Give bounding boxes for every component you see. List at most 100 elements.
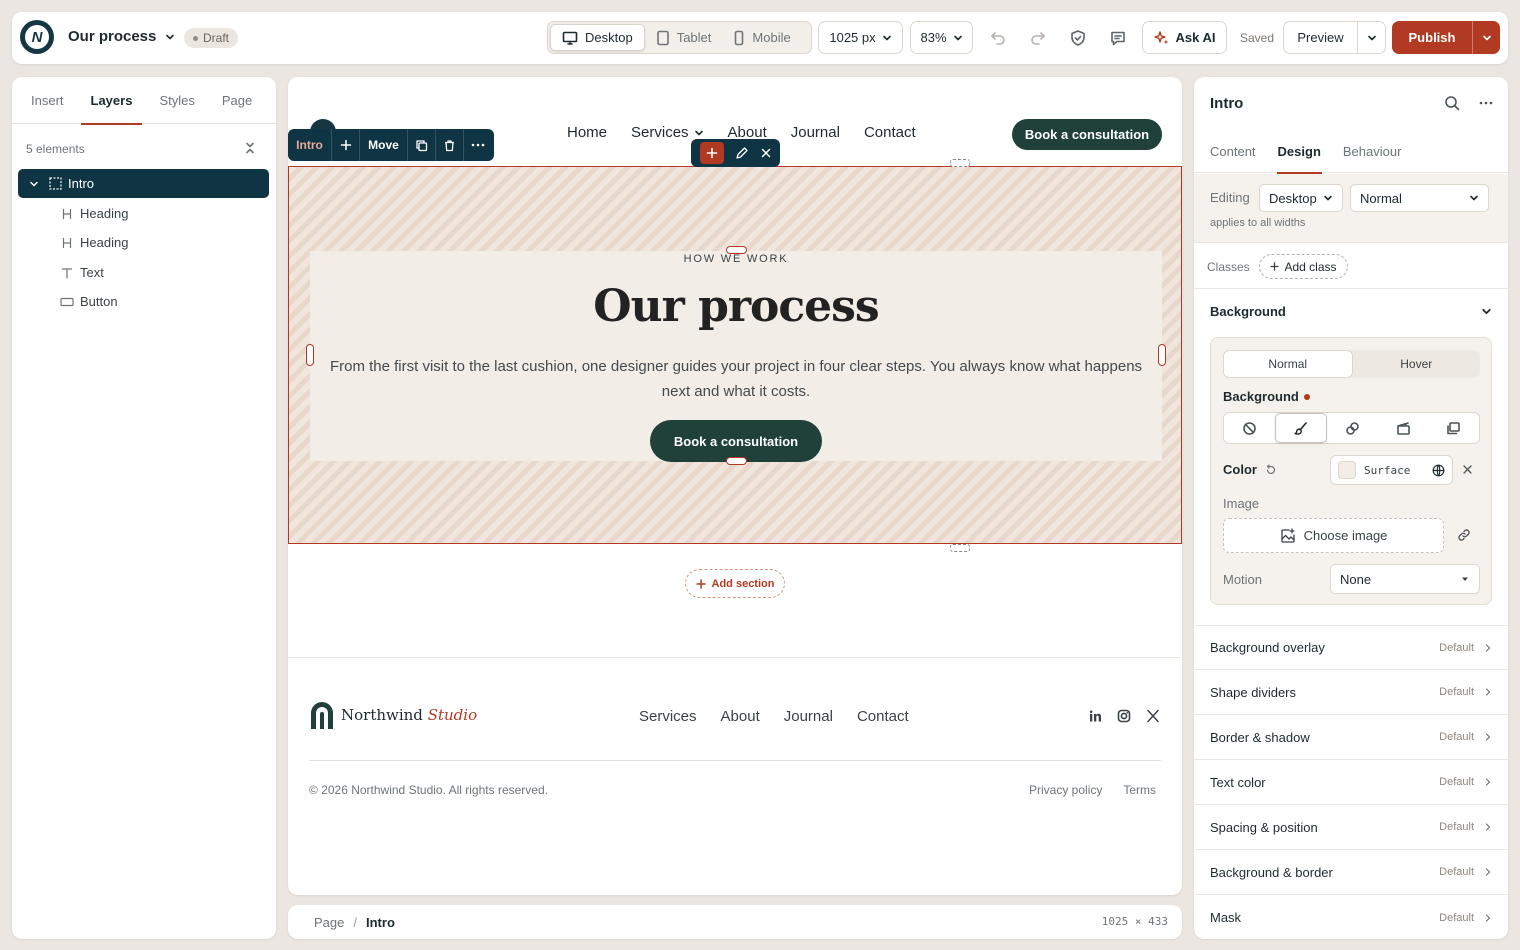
tab-content[interactable]: Content (1199, 129, 1267, 173)
layer-item-heading[interactable]: Heading (18, 228, 269, 257)
close-button[interactable] (760, 147, 772, 159)
device-mobile-button[interactable]: Mobile (722, 24, 801, 51)
preview-menu-button[interactable] (1357, 22, 1385, 53)
nav-link-services[interactable]: Services (631, 124, 704, 141)
editing-state-value: Normal (1360, 190, 1402, 206)
redo-button[interactable] (1027, 27, 1049, 49)
section-paragraph[interactable]: From the first visit to the last cushion… (318, 354, 1154, 404)
move-button[interactable]: Move (360, 129, 408, 161)
resize-handle-right[interactable] (1158, 344, 1166, 366)
choose-image-button[interactable]: Choose image (1223, 518, 1444, 553)
section-row-shape-dividers[interactable]: Shape dividers Default (1194, 670, 1508, 715)
width-select[interactable]: 1025 px (818, 21, 903, 54)
tab-design[interactable]: Design (1267, 129, 1332, 174)
tab-behaviour[interactable]: Behaviour (1332, 129, 1413, 173)
state-hover-button[interactable]: Hover (1353, 350, 1481, 378)
bg-type-gradient-button[interactable] (1327, 413, 1378, 443)
more-options-button[interactable] (1479, 101, 1493, 105)
spacing-handle-top[interactable] (950, 159, 970, 167)
breadcrumb-root[interactable]: Page (314, 915, 344, 930)
bg-type-slideshow-button[interactable] (1428, 413, 1479, 443)
section-cta-button[interactable]: Book a consultation (650, 420, 822, 462)
color-value-field[interactable]: Surface (1330, 455, 1453, 485)
duplicate-button[interactable] (408, 129, 436, 161)
spacing-handle-bottom[interactable] (950, 544, 970, 552)
reset-icon[interactable] (1265, 463, 1277, 476)
page-selector[interactable]: Our process (68, 28, 176, 45)
zoom-select[interactable]: 83% (910, 21, 973, 54)
add-class-button[interactable]: Add class (1259, 254, 1348, 279)
selected-section-intro[interactable]: HOW WE WORK Our process From the first v… (288, 166, 1182, 544)
x-icon[interactable] (1146, 709, 1160, 723)
search-button[interactable] (1444, 95, 1460, 111)
resize-handle-top[interactable] (726, 246, 747, 254)
footer-link-journal[interactable]: Journal (784, 708, 833, 725)
motion-select[interactable]: None (1330, 564, 1480, 594)
resize-handle-left[interactable] (306, 344, 314, 366)
publish-button[interactable]: Publish (1392, 21, 1500, 54)
section-row-spacing-position[interactable]: Spacing & position Default (1194, 805, 1508, 850)
publish-menu-button[interactable] (1472, 21, 1500, 54)
instagram-icon[interactable] (1117, 709, 1131, 723)
resize-handle-bottom[interactable] (726, 457, 747, 465)
editing-context: Editing Desktop Normal applies to all wi… (1194, 174, 1508, 242)
layer-item-button[interactable]: Button (18, 287, 269, 316)
insert-button[interactable] (699, 142, 724, 164)
privacy-policy-link[interactable]: Privacy policy (1029, 783, 1102, 797)
inline-edit-toolbar (691, 139, 780, 167)
section-row-border-shadow[interactable]: Border & shadow Default (1194, 715, 1508, 760)
device-desktop-button[interactable]: Desktop (550, 24, 645, 51)
tab-insert[interactable]: Insert (20, 77, 75, 124)
footer-link-about[interactable]: About (721, 708, 760, 725)
bg-type-video-button[interactable] (1378, 413, 1429, 443)
linkedin-icon[interactable] (1088, 709, 1102, 723)
undo-button[interactable] (987, 27, 1009, 49)
nav-link-home[interactable]: Home (567, 124, 607, 141)
background-field-label: Background (1223, 389, 1310, 404)
layer-item-heading[interactable]: Heading (18, 199, 269, 228)
add-section-button[interactable]: Add section (685, 569, 785, 598)
clear-color-button[interactable] (1462, 464, 1473, 475)
device-tablet-button[interactable]: Tablet (645, 24, 723, 51)
preview-button[interactable]: Preview (1283, 21, 1386, 54)
color-swatch[interactable] (1338, 461, 1356, 479)
section-row-background-overlay[interactable]: Background overlay Default (1194, 625, 1508, 670)
dimension-width: 1025 (1101, 915, 1129, 928)
chevron-down-icon[interactable] (29, 179, 39, 189)
section-eyebrow[interactable]: HOW WE WORK (310, 253, 1162, 265)
comments-button[interactable] (1107, 27, 1129, 49)
delete-button[interactable] (436, 129, 464, 161)
bg-type-color-button[interactable] (1274, 413, 1328, 443)
footer-link-services[interactable]: Services (639, 708, 697, 725)
tab-page[interactable]: Page (211, 77, 263, 124)
row-value: Default (1439, 731, 1474, 743)
edit-button[interactable] (735, 146, 749, 160)
section-row-background-border[interactable]: Background & border Default (1194, 850, 1508, 895)
inspector-panel: Intro Content Design Behaviour Editing D… (1194, 77, 1508, 939)
state-normal-button[interactable]: Normal (1223, 350, 1353, 378)
footer-logo[interactable]: Northwind Studio (310, 701, 477, 729)
section-row-text-color[interactable]: Text color Default (1194, 760, 1508, 805)
nav-cta-button[interactable]: Book a consultation (1012, 119, 1162, 150)
accessibility-check-button[interactable] (1067, 27, 1089, 49)
nav-link-journal[interactable]: Journal (791, 124, 840, 141)
background-section-header[interactable]: Background (1194, 289, 1508, 334)
footer-link-contact[interactable]: Contact (857, 708, 909, 725)
terms-link[interactable]: Terms (1123, 783, 1156, 797)
bg-type-none-button[interactable] (1224, 413, 1275, 443)
add-element-button[interactable] (332, 129, 360, 161)
tab-styles[interactable]: Styles (148, 77, 205, 124)
collapse-all-button[interactable] (243, 141, 257, 155)
layer-item-intro[interactable]: Intro (18, 169, 269, 198)
tab-layers[interactable]: Layers (80, 77, 144, 125)
ask-ai-button[interactable]: Ask AI (1142, 21, 1227, 54)
layer-item-text[interactable]: Text (18, 258, 269, 287)
editing-device-select[interactable]: Desktop (1259, 184, 1343, 212)
nav-link-contact[interactable]: Contact (864, 124, 916, 141)
section-heading[interactable]: Our process (310, 281, 1162, 332)
image-link-button[interactable] (1457, 528, 1471, 542)
section-row-mask[interactable]: Mask Default (1194, 895, 1508, 939)
app-logo[interactable]: N (20, 20, 54, 54)
more-options-button[interactable] (464, 129, 492, 161)
editing-state-select[interactable]: Normal (1350, 184, 1489, 212)
